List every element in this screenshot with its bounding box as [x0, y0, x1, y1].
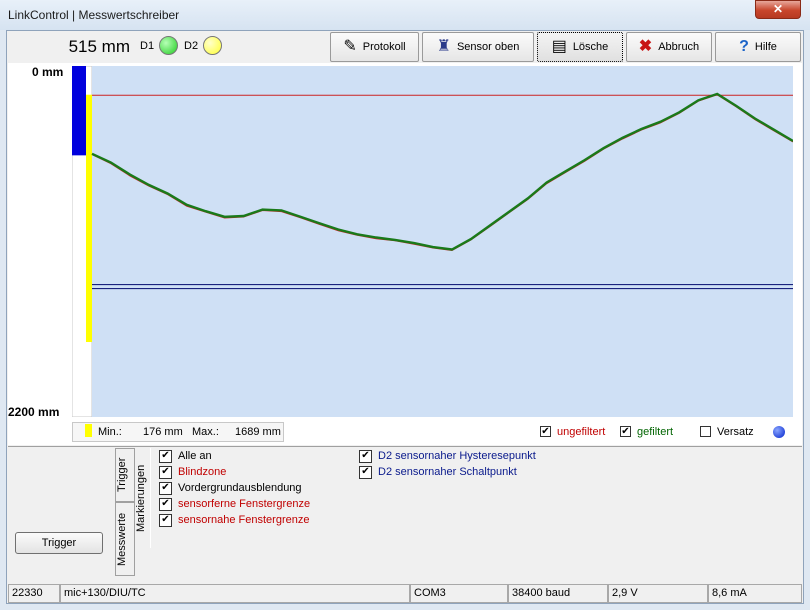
marker-left-option-label: Alle an: [178, 450, 212, 462]
max-label: Max.:: [192, 426, 219, 438]
status-device: mic+130/DIU/TC: [60, 584, 410, 603]
gefiltert-label: gefiltert: [637, 426, 674, 438]
close-button[interactable]: ✕: [755, 0, 801, 19]
d2-indicator-icon: [203, 36, 222, 55]
loesche-button[interactable]: ▤ Lösche: [537, 32, 623, 62]
min-label: Min.:: [98, 426, 122, 438]
hilfe-label: Hilfe: [754, 41, 777, 53]
status-current: 8,6 mA: [708, 584, 802, 603]
sensor-oben-label: Sensor oben: [456, 41, 520, 53]
marker-left-option-4[interactable]: ✔ sensornahe Fenstergrenze: [159, 512, 310, 528]
status-baud: 38400 baud: [508, 584, 608, 603]
sensor-oben-button[interactable]: ♜ Sensor oben: [422, 32, 534, 62]
y-axis-top-label: 0 mm: [32, 65, 64, 79]
pencil-icon: ✎: [343, 38, 357, 55]
d2-label: D2: [184, 40, 199, 52]
marker-left-option-label: sensornahe Fenstergrenze: [178, 514, 310, 526]
tab-trigger[interactable]: Trigger: [115, 448, 135, 502]
marker-right-option-0[interactable]: ✔ D2 sensornaher Hysteresepunkt: [359, 448, 536, 464]
distance-chart[interactable]: [72, 66, 793, 417]
gefiltert-checkbox[interactable]: ✔: [620, 426, 631, 437]
loesche-label: Lösche: [572, 41, 609, 53]
marker-left-option-1[interactable]: ✔ Blindzone: [159, 464, 310, 480]
versatz-checkbox[interactable]: [700, 426, 711, 437]
help-icon: ?: [739, 38, 749, 55]
window-band-bar: [86, 94, 92, 343]
status-voltage: 2,9 V: [608, 584, 708, 603]
sensor-icon: ♜: [436, 38, 451, 55]
tab-markierungen[interactable]: Markierungen: [135, 448, 151, 548]
ungefiltert-checkbox[interactable]: ✔: [540, 426, 551, 437]
marker-left-option-checkbox[interactable]: ✔: [159, 513, 172, 527]
marker-options-right: ✔ D2 sensornaher Hysteresepunkt ✔ D2 sensor…: [359, 448, 536, 480]
window-title: LinkControl | Messwertschreiber: [8, 8, 180, 22]
status-port: COM3: [410, 584, 508, 603]
trigger-button[interactable]: Trigger: [15, 532, 103, 554]
marker-left-option-checkbox[interactable]: ✔: [159, 497, 172, 511]
marker-right-option-label: D2 sensornaher Hysteresepunkt: [378, 450, 536, 462]
marker-right-option-checkbox[interactable]: ✔: [359, 465, 372, 479]
marker-left-option-checkbox[interactable]: ✔: [159, 465, 172, 479]
abbruch-button[interactable]: ✖ Abbruch: [626, 32, 712, 62]
tab-messwerte[interactable]: Messwerte: [115, 502, 135, 576]
marker-left-option-3[interactable]: ✔ sensorferne Fenstergrenze: [159, 496, 310, 512]
hilfe-button[interactable]: ? Hilfe: [715, 32, 801, 62]
min-value: 176 mm: [143, 426, 183, 438]
protokoll-label: Protokoll: [362, 41, 406, 53]
max-value: 1689 mm: [235, 426, 281, 438]
marker-left-option-checkbox[interactable]: ✔: [159, 481, 172, 495]
marker-left-option-label: sensorferne Fenstergrenze: [178, 498, 311, 510]
cross-icon: ✖: [638, 38, 653, 55]
marker-left-option-0[interactable]: ✔ Alle an: [159, 448, 310, 464]
versatz-label: Versatz: [717, 426, 754, 438]
distance-readout: 515 mm: [68, 37, 130, 56]
marker-left-option-label: Blindzone: [178, 466, 227, 478]
status-dot-icon: [773, 426, 785, 438]
blind-zone-bar: [72, 66, 86, 156]
marker-right-option-1[interactable]: ✔ D2 sensornaher Schaltpunkt: [359, 464, 536, 480]
status-count: 22330: [8, 584, 60, 603]
plot-background: [92, 66, 793, 417]
d1-indicator-icon: [159, 36, 178, 55]
ungefiltert-label: ungefiltert: [557, 426, 606, 438]
protokoll-button[interactable]: ✎ Protokoll: [330, 32, 419, 62]
erase-icon: ▤: [551, 38, 567, 55]
marker-left-option-2[interactable]: ✔ Vordergrundausblendung: [159, 480, 310, 496]
abbruch-label: Abbruch: [658, 41, 700, 53]
min-max-color-swatch: [85, 424, 92, 437]
marker-left-option-checkbox[interactable]: ✔: [159, 449, 172, 463]
y-axis-bottom-label: 2200 mm: [8, 405, 60, 419]
marker-right-option-checkbox[interactable]: ✔: [359, 449, 372, 463]
marker-options-left: ✔ Alle an ✔ Blindzone ✔ Vordergrundausblendun…: [159, 448, 310, 528]
d1-label: D1: [140, 40, 155, 52]
marker-right-option-label: D2 sensornaher Schaltpunkt: [378, 466, 517, 478]
marker-left-option-label: Vordergrundausblendung: [178, 482, 302, 494]
